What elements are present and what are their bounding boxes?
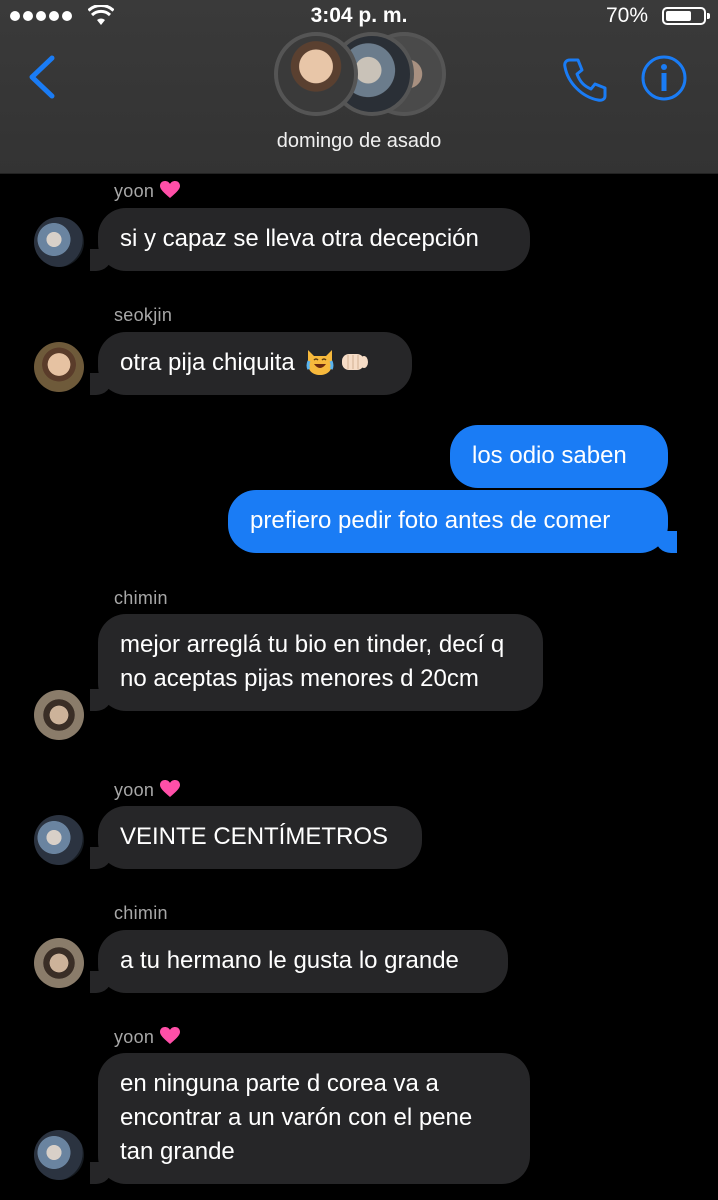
message-bubble[interactable]: a tu hermano le gusta lo grande [90, 930, 508, 993]
message-text: a tu hermano le gusta lo grande [120, 947, 459, 974]
message-text: prefiero pedir foto antes de comer [250, 507, 611, 534]
avatar[interactable] [34, 938, 84, 988]
sender-name: yoon [114, 1027, 181, 1048]
fist-emoji [342, 354, 369, 370]
group-avatar-stack[interactable] [272, 28, 448, 120]
avatar[interactable] [34, 690, 84, 740]
sender-name: yoon [114, 181, 181, 202]
crying-laughing-cat-emoji [306, 350, 334, 375]
avatar[interactable] [34, 217, 84, 267]
message-bubble[interactable]: VEINTE CENTÍMETROS [90, 806, 422, 869]
sender-name: chimin [114, 588, 168, 608]
message-text: VEINTE CENTÍMETROS [120, 823, 389, 850]
message-bubble[interactable]: mejor arreglá tu bio en tinder, decí q n… [90, 614, 543, 711]
message-bubble-outgoing[interactable]: los odio saben [450, 425, 668, 488]
group-name[interactable]: domingo de asado [0, 130, 718, 153]
chevron-left-icon[interactable] [22, 52, 66, 102]
message-text: en ninguna parte d corea va a encontrar … [120, 1070, 473, 1165]
heart-emoji [160, 181, 181, 198]
sender-name: chimin [114, 903, 168, 923]
heart-emoji [160, 780, 181, 797]
sender-name: seokjin [114, 305, 173, 325]
message-text: los odio saben [472, 442, 627, 469]
battery-icon [662, 7, 710, 25]
avatar[interactable] [34, 1130, 84, 1180]
chat-header: 3:04 p. m. 70% domingo de asado [0, 0, 718, 174]
message-bubble[interactable]: en ninguna parte d corea va a encontrar … [90, 1053, 530, 1184]
message-text: mejor arreglá tu bio en tinder, decí q n… [120, 631, 505, 692]
battery-percent: 70% [605, 4, 648, 27]
member-avatar [274, 32, 358, 116]
sender-name: yoon [114, 780, 181, 801]
message-bubble[interactable]: si y capaz se lleva otra decepción [90, 208, 530, 271]
message-bubble[interactable]: otra pija chiquita [90, 332, 412, 395]
avatar[interactable] [34, 342, 84, 392]
heart-emoji [160, 1027, 181, 1044]
info-icon[interactable] [640, 54, 688, 102]
message-text: otra pija chiquita [120, 349, 295, 376]
phone-icon[interactable] [560, 54, 610, 104]
message-bubble-outgoing[interactable]: prefiero pedir foto antes de comer [228, 490, 677, 553]
avatar[interactable] [34, 815, 84, 865]
message-text: si y capaz se lleva otra decepción [120, 225, 479, 252]
